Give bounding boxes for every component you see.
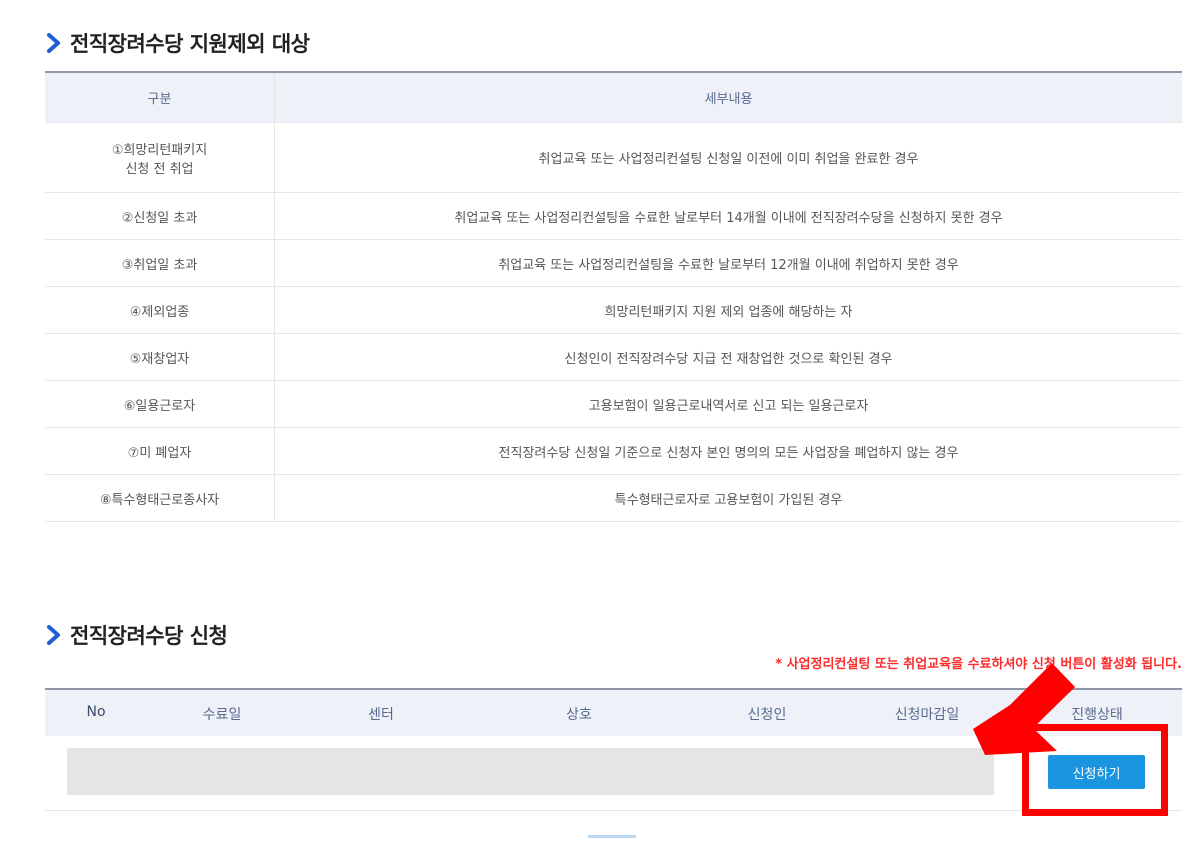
column-header-completion-date: 수료일: [202, 707, 242, 723]
row-detail: 취업교육 또는 사업정리컨설팅 신청일 이전에 이미 취업을 완료한 경우: [274, 122, 1182, 193]
row-divider: [45, 810, 1182, 811]
table-row: ②신청일 초과 취업교육 또는 사업정리컨설팅을 수료한 날로부터 14개월 이내…: [45, 192, 1182, 240]
row-detail: 특수형태근로자로 고용보험이 가입된 경우: [274, 474, 1182, 522]
section-title-text: 전직장려수당 신청: [70, 624, 228, 648]
row-detail: 전직장려수당 신청일 기준으로 신청자 본인 명의의 모든 사업장을 폐업하지 …: [274, 427, 1182, 475]
row-category: ⑥일용근로자: [45, 380, 275, 428]
column-header-business-name: 상호: [566, 707, 592, 723]
pagination-indicator: [588, 835, 636, 838]
chevron-right-icon: [47, 33, 60, 53]
row-detail: 신청인이 전직장려수당 지급 전 재창업한 것으로 확인된 경우: [274, 333, 1182, 381]
table-row: ③취업일 초과 취업교육 또는 사업정리컨설팅을 수료한 날로부터 12개월 이내…: [45, 239, 1182, 287]
table-row: ①희망리턴패키지 신청 전 취업 취업교육 또는 사업정리컨설팅 신청일 이전에 …: [45, 122, 1182, 193]
row-detail: 취업교육 또는 사업정리컨설팅을 수료한 날로부터 14개월 이내에 전직장려수…: [274, 192, 1182, 240]
section-title-text: 전직장려수당 지원제외 대상: [70, 32, 310, 56]
row-detail: 고용보험이 일용근로내역서로 신고 되는 일용근로자: [274, 380, 1182, 428]
column-header-category: 구분: [45, 71, 275, 123]
row-category: ⑦미 폐업자: [45, 427, 275, 475]
section-title-apply: 전직장려수당 신청: [44, 620, 228, 650]
exclusion-table: 구분 세부내용 ①희망리턴패키지 신청 전 취업 취업교육 또는 사업정리컨설팅 …: [45, 71, 1182, 522]
column-header-applicant: 신청인: [747, 707, 787, 723]
highlight-box: [1022, 724, 1168, 816]
exclusion-table-body: ①희망리턴패키지 신청 전 취업 취업교육 또는 사업정리컨설팅 신청일 이전에 …: [45, 122, 1182, 522]
column-header-deadline: 신청마감일: [894, 707, 960, 723]
row-category: ③취업일 초과: [45, 239, 275, 287]
table-header-row: 구분 세부내용: [45, 71, 1182, 123]
row-category: ①희망리턴패키지 신청 전 취업: [45, 122, 275, 193]
row-category: ⑧특수형태근로종사자: [45, 474, 275, 522]
row-category: ⑤재창업자: [45, 333, 275, 381]
section-title-exclusions: 전직장려수당 지원제외 대상: [44, 28, 310, 58]
chevron-right-icon: [47, 625, 60, 645]
table-row: ⑤재창업자 신청인이 전직장려수당 지급 전 재창업한 것으로 확인된 경우: [45, 333, 1182, 381]
column-header-detail: 세부내용: [274, 71, 1182, 123]
table-row: ⑧특수형태근로종사자 특수형태근로자로 고용보험이 가입된 경우: [45, 474, 1182, 522]
table-row: ⑦미 폐업자 전직장려수당 신청일 기준으로 신청자 본인 명의의 모든 사업장을…: [45, 427, 1182, 475]
table-row: ④제외업종 희망리턴패키지 지원 제외 업종에 해당하는 자: [45, 286, 1182, 334]
column-header-no: No: [86, 704, 106, 720]
column-header-center: 센터: [368, 707, 394, 723]
row-detail: 취업교육 또는 사업정리컨설팅을 수료한 날로부터 12개월 이내에 취업하지 …: [274, 239, 1182, 287]
row-category: ④제외업종: [45, 286, 275, 334]
empty-data-row: [67, 748, 994, 795]
row-category: ②신청일 초과: [45, 192, 275, 240]
table-row: ⑥일용근로자 고용보험이 일용근로내역서로 신고 되는 일용근로자: [45, 380, 1182, 428]
row-detail: 희망리턴패키지 지원 제외 업종에 해당하는 자: [274, 286, 1182, 334]
